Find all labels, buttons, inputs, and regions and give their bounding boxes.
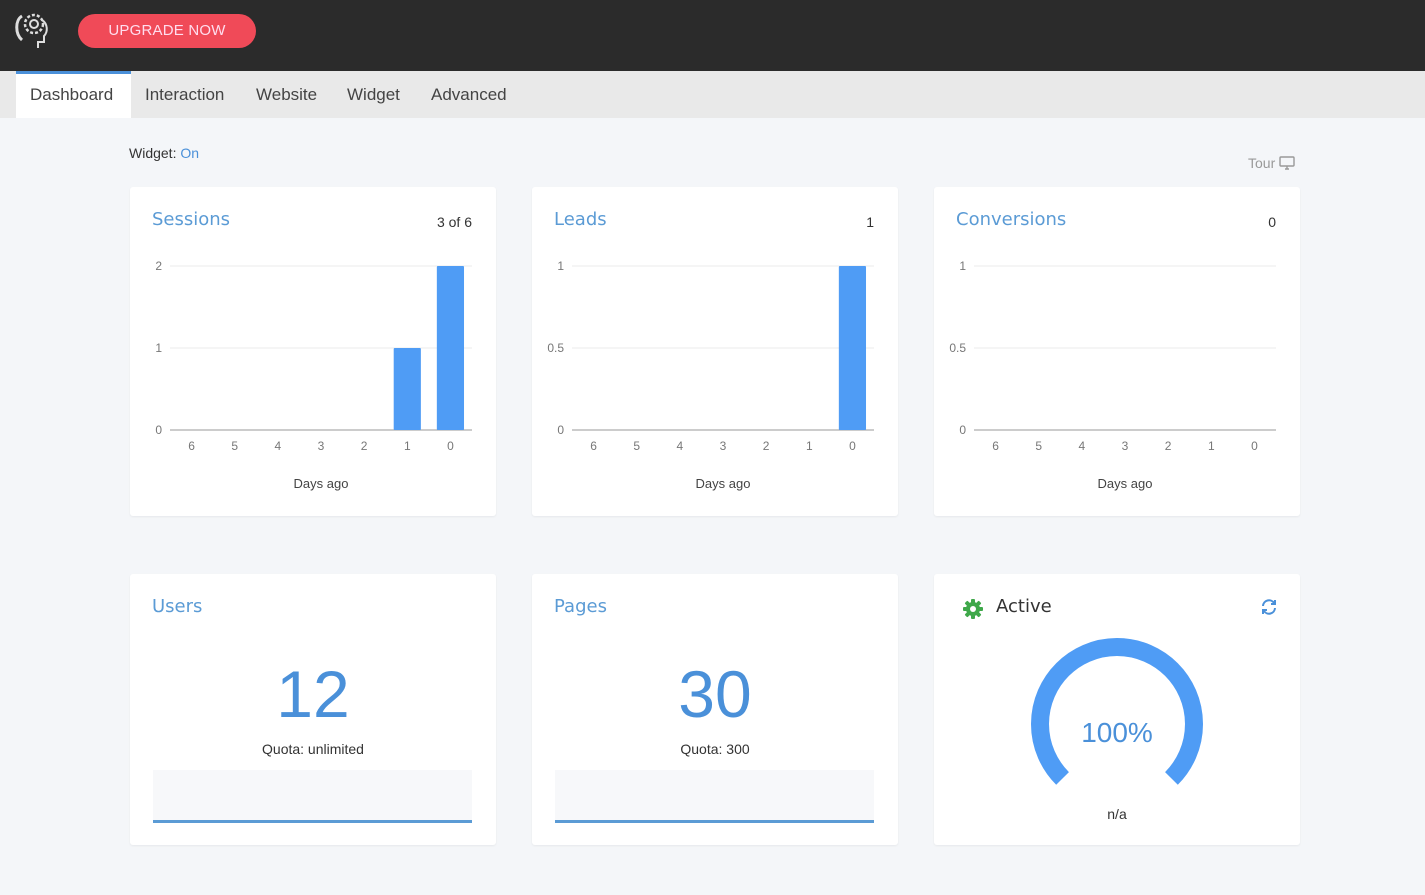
pages-value: 30 xyxy=(678,657,752,731)
refresh-icon[interactable] xyxy=(1260,598,1278,616)
leads-chart: 0 0.5 1 6 5 4 3 2 1 0 Days ago xyxy=(547,259,874,491)
x-tick-label: 0 xyxy=(1251,439,1258,453)
tour-button[interactable]: Tour xyxy=(1248,155,1295,171)
bar[interactable] xyxy=(436,266,465,430)
x-tick-label: 0 xyxy=(447,439,454,453)
x-tick-label: 5 xyxy=(1035,439,1042,453)
tab-interaction[interactable]: Interaction xyxy=(131,71,238,118)
widget-status-label: Widget: xyxy=(129,145,177,161)
conversions-chart: 0 0.5 1 6 5 4 3 2 1 0 Days ago xyxy=(949,259,1276,491)
pages-title: Pages xyxy=(554,596,607,617)
pages-card: Pages 30 Quota: 300 xyxy=(532,574,898,845)
tab-advanced[interactable]: Advanced xyxy=(417,71,521,118)
x-tick-label: 5 xyxy=(633,439,640,453)
x-tick-label: 0 xyxy=(849,439,856,453)
x-tick-label: 3 xyxy=(1122,439,1129,453)
main-tabs: Dashboard Interaction Website Widget Adv… xyxy=(0,71,1425,118)
tour-label: Tour xyxy=(1248,155,1276,171)
users-title: Users xyxy=(152,596,203,617)
gear-icon xyxy=(963,599,983,619)
conversions-card: Conversions 0 0 0.5 1 6 5 4 3 2 1 0 Days ago xyxy=(934,187,1300,516)
leads-card: Leads 1 0 0.5 1 6 5 4 3 2 1 0 Days ago xyxy=(532,187,898,516)
active-title: Active xyxy=(996,596,1052,617)
y-tick-label: 0 xyxy=(155,423,162,437)
y-tick-label: 0.5 xyxy=(547,341,564,355)
top-bar: UPGRADE NOW xyxy=(0,0,1425,71)
bar[interactable] xyxy=(838,266,867,430)
pages-sparkline xyxy=(555,770,874,823)
x-tick-label: 2 xyxy=(1165,439,1172,453)
y-tick-label: 1 xyxy=(557,259,564,273)
gauge-fill xyxy=(1031,638,1203,785)
y-tick-label: 0 xyxy=(557,423,564,437)
x-tick-label: 5 xyxy=(231,439,238,453)
x-tick-label: 3 xyxy=(318,439,325,453)
x-tick-label: 2 xyxy=(361,439,368,453)
x-tick-label: 1 xyxy=(806,439,813,453)
users-quota: Quota: unlimited xyxy=(262,741,364,757)
x-axis-label: Days ago xyxy=(294,476,349,491)
x-tick-label: 1 xyxy=(404,439,411,453)
x-tick-label: 6 xyxy=(992,439,999,453)
upgrade-now-button[interactable]: UPGRADE NOW xyxy=(78,14,256,48)
gauge-percent: 100% xyxy=(1081,717,1153,748)
x-tick-label: 2 xyxy=(763,439,770,453)
tab-widget[interactable]: Widget xyxy=(333,71,414,118)
brain-gear-logo-icon[interactable] xyxy=(12,10,54,52)
x-tick-label: 6 xyxy=(590,439,597,453)
y-tick-label: 0 xyxy=(959,423,966,437)
users-sparkline xyxy=(153,770,472,823)
sessions-chart: 0 1 2 6 5 4 3 2 1 0 Days ago xyxy=(155,259,472,491)
tab-website[interactable]: Website xyxy=(242,71,331,118)
x-tick-label: 4 xyxy=(1079,439,1086,453)
y-tick-label: 1 xyxy=(155,341,162,355)
x-axis-label: Days ago xyxy=(1098,476,1153,491)
y-tick-label: 1 xyxy=(959,259,966,273)
x-tick-label: 3 xyxy=(720,439,727,453)
widget-status-value[interactable]: On xyxy=(180,145,199,161)
x-tick-label: 6 xyxy=(188,439,195,453)
y-tick-label: 2 xyxy=(155,259,162,273)
x-tick-label: 4 xyxy=(677,439,684,453)
monitor-icon xyxy=(1279,156,1295,170)
tab-dashboard[interactable]: Dashboard xyxy=(16,71,131,118)
bar[interactable] xyxy=(393,348,421,430)
x-axis-label: Days ago xyxy=(696,476,751,491)
active-gauge xyxy=(1031,638,1203,785)
users-value: 12 xyxy=(276,657,350,731)
x-tick-label: 1 xyxy=(1208,439,1215,453)
pages-quota: Quota: 300 xyxy=(680,741,750,757)
active-footer: n/a xyxy=(1107,806,1127,822)
y-tick-label: 0.5 xyxy=(949,341,966,355)
users-card: Users 12 Quota: unlimited xyxy=(130,574,496,845)
active-card: Active 100% n/a xyxy=(934,574,1300,845)
sessions-card: Sessions 3 of 6 0 1 2 6 5 4 3 2 1 0 Days ago xyxy=(130,187,496,516)
widget-status: Widget: On xyxy=(129,145,199,161)
x-tick-label: 4 xyxy=(275,439,282,453)
